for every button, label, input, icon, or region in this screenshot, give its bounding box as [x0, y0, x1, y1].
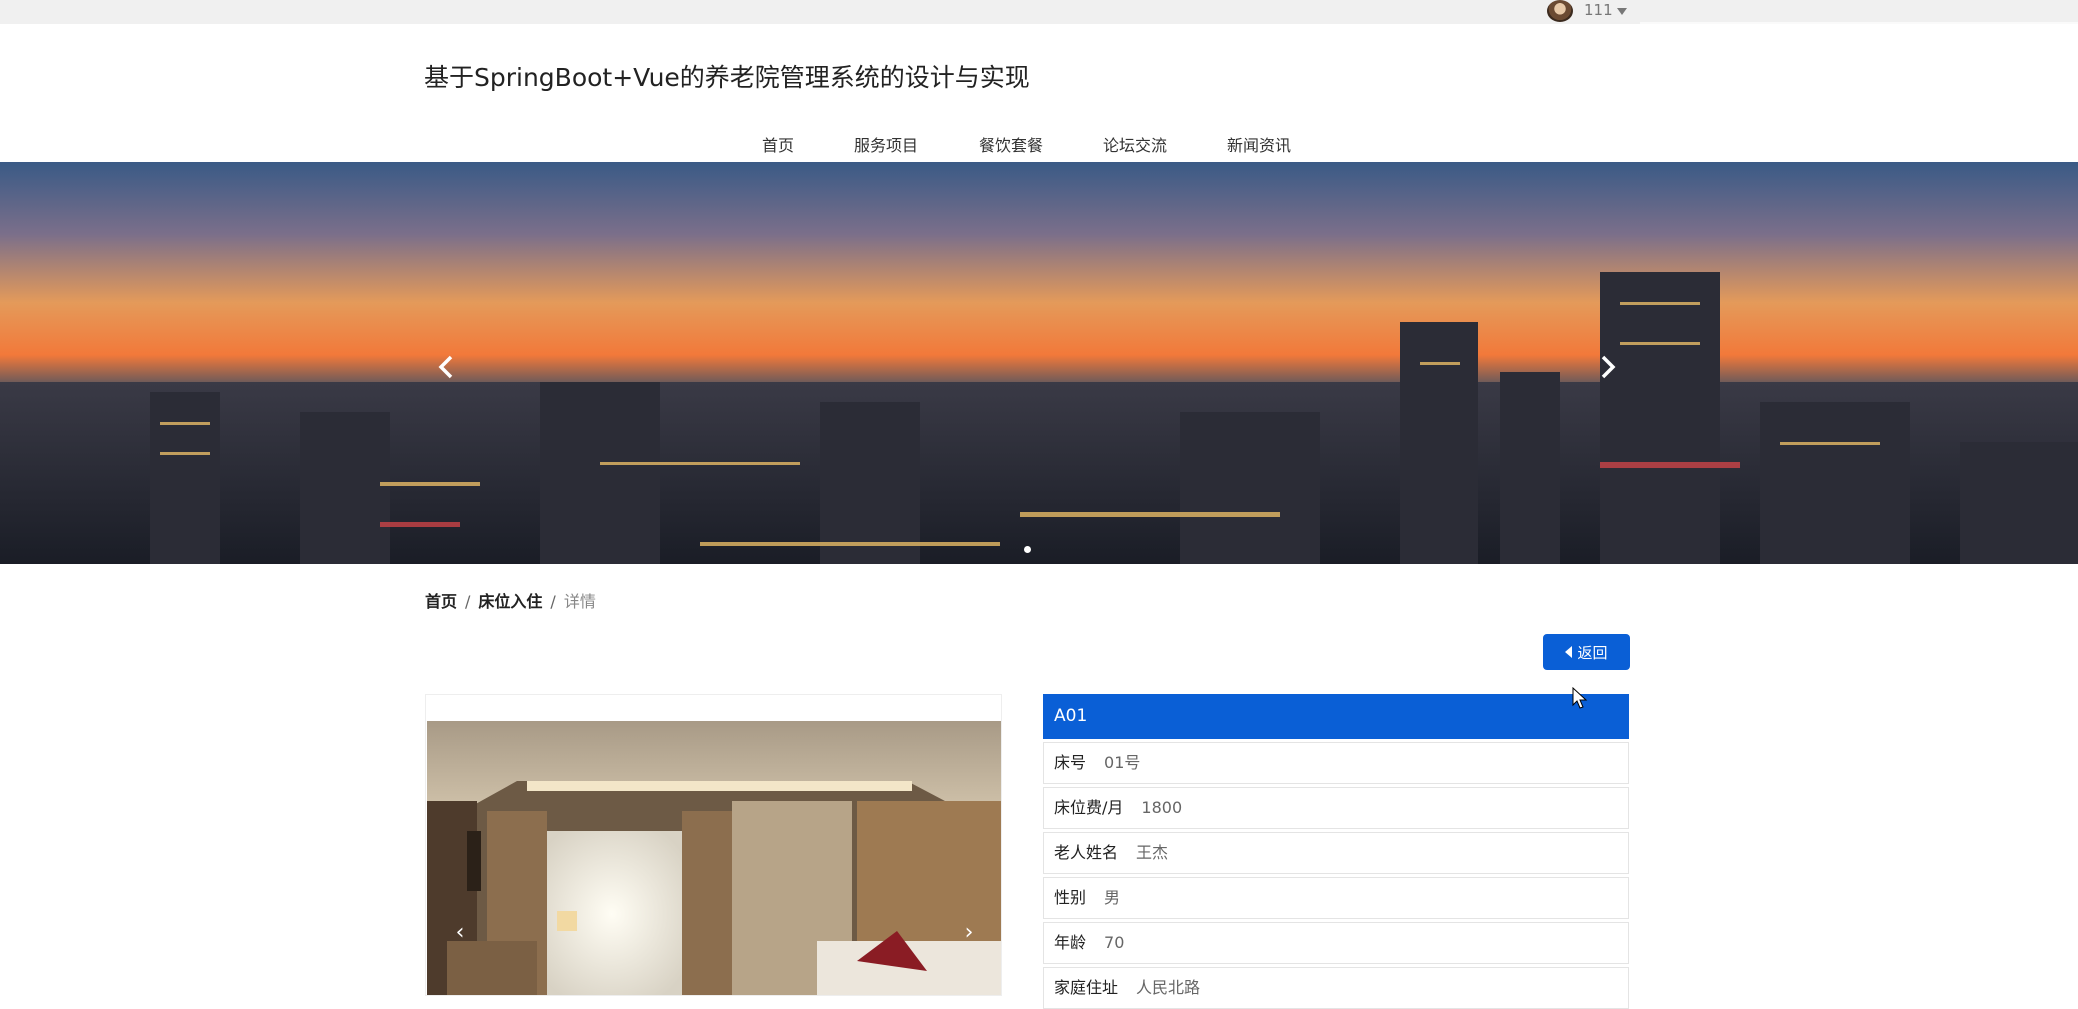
- field-label: 性别: [1054, 888, 1087, 907]
- banner-next-button[interactable]: [1592, 352, 1622, 382]
- back-button-label: 返回: [1577, 643, 1608, 662]
- field-label: 年龄: [1054, 933, 1087, 952]
- username[interactable]: 111: [1584, 1, 1613, 19]
- breadcrumb-section[interactable]: 床位入住: [478, 592, 542, 611]
- bed-details-panel: A01 床号 01号 床位费/月 1800 老人姓名 王杰 性别男 年龄 70 家庭住址…: [1043, 694, 1629, 1009]
- field-value: 人民北路: [1136, 978, 1201, 997]
- detail-row-elder-name: 老人姓名 王杰: [1043, 832, 1629, 874]
- field-label: 床号: [1054, 753, 1087, 772]
- caret-down-icon[interactable]: [1617, 8, 1627, 15]
- field-label: 家庭住址: [1054, 978, 1119, 997]
- breadcrumb-separator: /: [465, 592, 471, 611]
- field-value: 王杰: [1136, 843, 1169, 862]
- room-image-carousel: ‹ ›: [425, 694, 1002, 996]
- field-value: 男: [1104, 888, 1121, 907]
- nav-item-forum[interactable]: 论坛交流: [1103, 132, 1167, 156]
- gallery-prev-button[interactable]: ‹: [450, 922, 470, 944]
- back-button[interactable]: 返回: [1543, 634, 1630, 670]
- breadcrumb-current: 详情: [563, 592, 596, 611]
- site-title: 基于SpringBoot+Vue的养老院管理系统的设计与实现: [424, 63, 1030, 92]
- nav-item-meals[interactable]: 餐饮套餐: [979, 132, 1043, 156]
- top-user-bar: 111: [0, 0, 2078, 24]
- banner-image: [0, 162, 2078, 564]
- detail-row-bed-fee: 床位费/月 1800: [1043, 787, 1629, 829]
- site-header: 基于SpringBoot+Vue的养老院管理系统的设计与实现 首页 服务项目 餐…: [0, 24, 2078, 162]
- banner-prev-button[interactable]: [432, 352, 462, 382]
- gallery-next-button[interactable]: ›: [959, 922, 979, 944]
- chevron-left-icon: [438, 355, 453, 379]
- detail-row-age: 年龄 70: [1043, 922, 1629, 964]
- chevron-right-icon: [1601, 355, 1616, 379]
- detail-row-gender: 性别男: [1043, 877, 1629, 919]
- carousel-indicator[interactable]: [1024, 546, 1031, 553]
- field-value: 1800: [1141, 798, 1183, 817]
- banner-carousel: [0, 162, 2078, 564]
- back-triangle-icon: [1565, 646, 1573, 658]
- field-value: 70: [1104, 933, 1125, 952]
- main-nav: 首页 服务项目 餐饮套餐 论坛交流 新闻资讯: [0, 128, 2078, 162]
- breadcrumb: 首页 / 床位入住 / 详情: [425, 588, 596, 612]
- nav-item-news[interactable]: 新闻资讯: [1227, 132, 1291, 156]
- bed-title: A01: [1043, 694, 1629, 739]
- breadcrumb-home[interactable]: 首页: [425, 592, 457, 611]
- nav-item-services[interactable]: 服务项目: [854, 132, 918, 156]
- field-label: 老人姓名: [1054, 843, 1119, 862]
- avatar[interactable]: [1547, 0, 1573, 22]
- field-value: 01号: [1104, 753, 1141, 772]
- nav-item-home[interactable]: 首页: [762, 132, 794, 156]
- detail-row-bed-number: 床号 01号: [1043, 742, 1629, 784]
- room-photo: [427, 721, 1001, 995]
- breadcrumb-separator: /: [550, 592, 556, 611]
- detail-row-address: 家庭住址 人民北路: [1043, 967, 1629, 1009]
- field-label: 床位费/月: [1054, 798, 1124, 817]
- mouse-cursor-icon: [1572, 687, 1588, 709]
